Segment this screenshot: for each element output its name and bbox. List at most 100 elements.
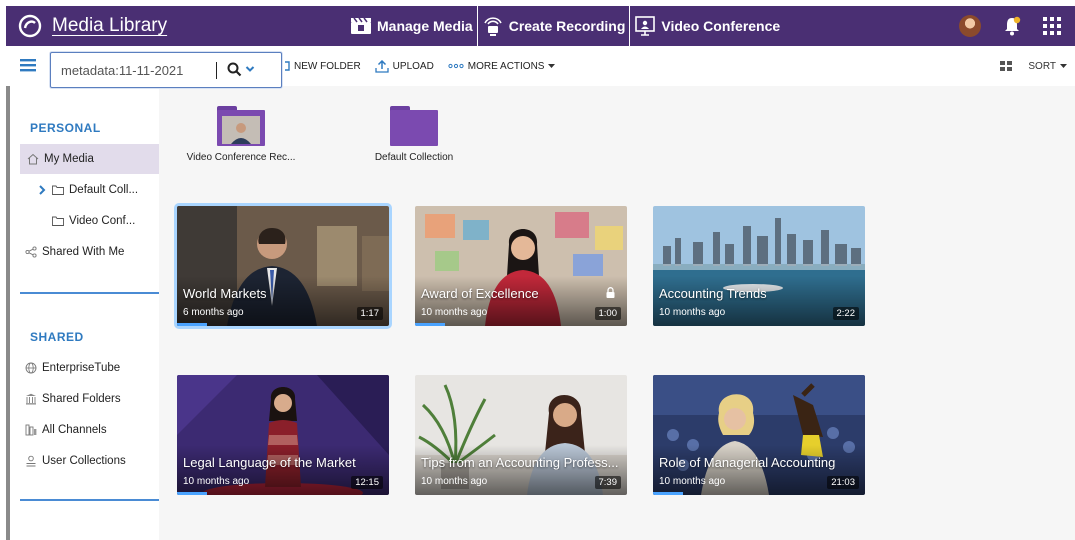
sidebar-item-enterprisetube[interactable]: EnterpriseTube [20,353,163,383]
folder-outline-icon [51,214,65,228]
video-age: 10 months ago [421,307,488,318]
sidebar-item-label: All Channels [42,424,107,436]
section-divider [20,292,168,294]
video-card-legal-language-of-the-market[interactable]: Legal Language of the Market 10 months a… [177,375,389,495]
channels-icon [24,423,38,437]
header-right-tools [959,6,1061,46]
grid-view-icon[interactable] [1000,61,1013,71]
watch-progress-bar [177,492,207,495]
lock-icon [606,287,615,298]
caret-down-icon [548,63,556,68]
sort-label: SORT [1028,60,1056,72]
shared-section-title: SHARED [30,330,84,344]
upload-icon [375,59,389,73]
video-title: Tips from an Accounting Profess... [421,455,619,470]
search-box[interactable] [50,52,282,88]
app-title[interactable]: Media Library [52,15,167,37]
video-title: Legal Language of the Market [183,455,356,470]
video-card-accounting-trends[interactable]: Accounting Trends 10 months ago 2:22 [653,206,865,326]
hamburger-menu-icon[interactable] [20,57,36,73]
sidebar-item-video-conference[interactable]: Video Conf... [20,206,163,236]
folder-name: Video Conference Rec... [186,152,296,163]
manage-media-label: Manage Media [377,18,473,34]
sidebar-item-default-collection[interactable]: Default Coll... [20,175,163,205]
brand[interactable]: Media Library [6,6,182,46]
video-conference-button[interactable]: Video Conference [629,6,784,46]
sidebar-item-user-collections[interactable]: User Collections [20,446,163,476]
sidebar: PERSONAL My Media Default Coll... Video … [6,86,169,540]
sidebar-item-label: Default Coll... [69,184,139,196]
upload-button[interactable]: UPLOAD [375,59,434,73]
sidebar-item-label: Shared Folders [42,393,121,405]
presentation-screen-icon [635,16,656,36]
video-title: World Markets [183,286,267,301]
clapperboard-icon [351,17,371,34]
media-gallery: Video Conference Rec... Default Collecti… [159,86,1075,540]
new-folder-label: NEW FOLDER [294,60,361,72]
new-folder-icon [285,61,290,71]
search-icon[interactable] [227,62,242,77]
folder-name: Default Collection [374,152,454,163]
sidebar-item-label: Video Conf... [69,215,136,227]
manage-media-button[interactable]: Manage Media [346,6,477,46]
sidebar-item-all-channels[interactable]: All Channels [20,415,163,445]
video-card-world-markets[interactable]: World Markets 6 months ago 1:17 [174,203,392,329]
search-input[interactable] [61,60,216,80]
watch-progress-bar [415,323,445,326]
video-title: Award of Excellence [421,286,539,301]
building-icon [24,392,38,406]
sidebar-item-shared-folders[interactable]: Shared Folders [20,384,163,414]
video-duration: 2:22 [832,307,859,320]
user-collection-icon [24,454,38,468]
app-grid-icon[interactable] [1043,17,1061,35]
video-card-tips-from-an-accounting-professional[interactable]: Tips from an Accounting Profess... 10 mo… [415,375,627,495]
top-header-bar: Media Library Manage Media Create Record… [6,6,1075,46]
sidebar-item-label: Shared With Me [42,246,125,258]
home-icon [26,152,40,166]
video-duration: 21:03 [827,476,859,489]
sort-button[interactable]: SORT [1028,61,1067,72]
more-actions-button[interactable]: MORE ACTIONS [448,61,556,72]
section-divider [20,499,168,501]
video-duration: 1:17 [356,307,383,320]
video-duration: 1:00 [594,307,621,320]
video-card-role-of-managerial-accounting[interactable]: Role of Managerial Accounting 10 months … [653,375,865,495]
watch-progress-bar [653,492,683,495]
sidebar-item-label: User Collections [42,455,126,467]
sub-toolbar: NEW FOLDER UPLOAD MORE ACTIONS SORT [6,46,1075,88]
folder-outline-icon [51,183,65,197]
create-recording-button[interactable]: Create Recording [476,6,630,46]
video-title: Accounting Trends [659,286,767,301]
sidebar-item-label: My Media [44,153,94,165]
personal-section-title: PERSONAL [30,121,101,135]
share-icon [24,245,38,259]
video-age: 10 months ago [183,476,250,487]
video-duration: 12:15 [351,476,383,489]
upload-label: UPLOAD [392,60,434,72]
chevron-down-icon[interactable] [245,64,255,74]
toolbar-right: SORT [1000,46,1067,86]
bell-icon[interactable] [1003,16,1021,36]
video-card-award-of-excellence[interactable]: Award of Excellence 10 months ago 1:00 [415,206,627,326]
video-age: 10 months ago [421,476,488,487]
new-folder-button[interactable]: NEW FOLDER [284,60,361,72]
video-age: 10 months ago [659,307,726,318]
video-age: 10 months ago [659,476,726,487]
video-age: 6 months ago [183,307,244,318]
more-dots-icon [448,63,464,69]
toolbar-actions: NEW FOLDER UPLOAD MORE ACTIONS [284,46,556,86]
video-conference-label: Video Conference [661,18,781,34]
sidebar-item-my-media[interactable]: My Media [20,144,169,174]
sidebar-item-label: EnterpriseTube [42,362,121,374]
folder-default-collection[interactable]: Default Collection [344,106,484,163]
text-cursor [216,62,217,79]
chevron-right-icon[interactable] [38,185,46,195]
folder-video-conference-recordings[interactable]: Video Conference Rec... [171,106,311,163]
folder-icon [390,106,438,146]
video-duration: 7:39 [594,476,621,489]
user-avatar[interactable] [959,15,981,37]
sidebar-item-shared-with-me[interactable]: Shared With Me [20,237,163,267]
caret-down-icon [1060,63,1067,68]
app-logo-icon [18,14,42,38]
more-actions-label: MORE ACTIONS [467,60,545,72]
